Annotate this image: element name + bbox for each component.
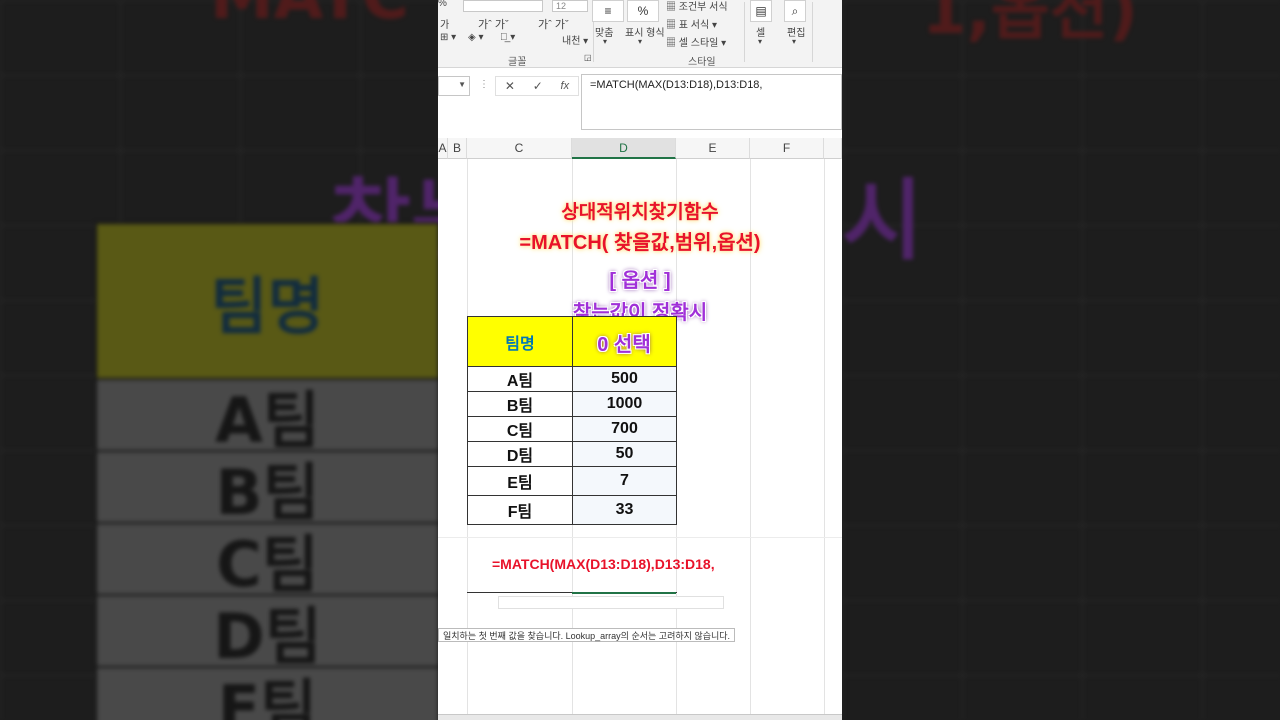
overlay-option-line2: 0 선택 [597, 334, 651, 356]
insert-function-icon[interactable]: fx [561, 80, 570, 92]
cells-icon[interactable]: ▤ [750, 0, 772, 22]
font-color-icon[interactable]: 가̲ ▾ [500, 32, 515, 43]
backdrop-table-header: 팀명 [95, 222, 438, 380]
team-cell[interactable]: C팀 [467, 416, 573, 442]
gridline [438, 537, 842, 538]
team-cell[interactable]: B팀 [467, 391, 573, 417]
ribbon: % 12 가 가ˆ 가ˇ 가ˆ 가ˇ ⊞ ▾ ◈ ▾ 가̲ ▾ 내천 ▾ 글꼴 … [438, 0, 842, 68]
formula-input[interactable]: =MATCH(MAX(D13:D18),D13:D18, [581, 74, 842, 130]
formula-bar: ▼ ⋮ ✕ ✓ fx =MATCH(MAX(D13:D18),D13:D18, [438, 74, 842, 130]
cancel-icon[interactable]: ✕ [505, 79, 515, 93]
column-header-d[interactable]: D [572, 138, 676, 159]
value-cell[interactable]: 33 [572, 495, 677, 525]
font-name-box[interactable] [463, 0, 543, 12]
conditional-format-label: 조건부 서식 [678, 2, 728, 13]
column-header-b[interactable]: B [448, 138, 467, 159]
cells-dropdown-icon[interactable]: ▾ [758, 37, 762, 46]
value-cell[interactable]: 500 [572, 366, 677, 392]
value-cell[interactable]: 1000 [572, 391, 677, 417]
font-group-label: 글꼴 [508, 57, 527, 68]
font-grow-icon[interactable]: 가ˆ 가ˇ [478, 16, 509, 32]
value-cell[interactable]: 50 [572, 441, 677, 467]
function-hint-tooltip: 일치하는 첫 번째 값을 찾습니다. Lookup_array의 순서는 고려하… [438, 628, 736, 642]
edit-label[interactable]: 편집 [787, 24, 805, 39]
excel-window: % 12 가 가ˆ 가ˇ 가ˆ 가ˇ ⊞ ▾ ◈ ▾ 가̲ ▾ 내천 ▾ 글꼴 … [438, 0, 842, 720]
team-cell[interactable]: E팀 [467, 466, 573, 496]
style-group-label: 스타일 [688, 57, 716, 68]
phonetic-guide-icon[interactable]: 내천 ▾ [562, 32, 588, 47]
right-backdrop: 1,옵션) 시 [842, 0, 1280, 720]
table-format-button[interactable]: ▦ 표 서식 ▾ [666, 16, 717, 31]
percent-icon[interactable]: % [438, 0, 447, 9]
name-box[interactable]: ▼ [438, 76, 470, 96]
ribbon-separator [744, 2, 745, 62]
backdrop-title: 1,옵션) [922, 0, 1138, 49]
column-header-g[interactable] [824, 138, 842, 159]
value-cell[interactable]: 700 [572, 416, 677, 442]
backdrop-row: F팀 [95, 668, 438, 720]
bold-icon[interactable]: 가 [440, 16, 449, 31]
autocomplete-box [498, 596, 724, 609]
conditional-format-button[interactable]: ▦ 조건부 서식 [666, 0, 728, 13]
number-format-label[interactable]: 표시 형식 [625, 24, 665, 39]
backdrop-table: 팀명 A팀 B팀 C팀 D팀 F팀 [95, 222, 438, 720]
active-cell-border [572, 592, 676, 594]
left-backdrop: MATC 찾는 팀명 A팀 B팀 C팀 D팀 F팀 [0, 0, 438, 720]
header-cell-team[interactable]: 팀명 [467, 316, 573, 367]
backdrop-title: MATC [210, 0, 409, 34]
value-cell[interactable]: 7 [572, 466, 677, 496]
overlay-title: 상대적위치찾기함수 [561, 202, 719, 223]
border-icon[interactable]: ⊞ ▾ [440, 32, 456, 43]
column-header-f[interactable]: F [750, 138, 824, 159]
phonetic-icon[interactable]: 가ˆ 가ˇ [538, 16, 569, 32]
team-cell[interactable]: D팀 [467, 441, 573, 467]
mouse-cursor-icon: ⬉ [797, 630, 811, 649]
overlay-option-header: [ 옵션 ] [609, 270, 671, 292]
font-dialog-launcher-icon[interactable]: ◲ [584, 53, 592, 62]
enter-icon[interactable]: ✓ [533, 79, 543, 93]
backdrop-big-text: 시 [842, 169, 923, 272]
column-header-e[interactable]: E [676, 138, 750, 159]
cell-style-label: 셀 스타일 [678, 38, 719, 49]
team-cell[interactable]: F팀 [467, 495, 573, 525]
column-header-a[interactable]: A [438, 138, 448, 159]
sheet-tab-bar[interactable] [438, 714, 842, 720]
overlay-syntax: =MATCH( 찾을값,범위,옵션) [519, 232, 761, 254]
table-format-label: 표 서식 [678, 20, 710, 31]
cell-style-button[interactable]: ▦ 셀 스타일 ▾ [666, 34, 726, 49]
search-icon[interactable]: ⌕ [784, 0, 806, 22]
edit-dropdown-icon[interactable]: ▾ [792, 37, 796, 46]
formula-bar-buttons: ✕ ✓ fx [495, 76, 579, 96]
fill-color-icon[interactable]: ◈ ▾ [468, 32, 484, 43]
team-cell[interactable]: A팀 [467, 366, 573, 392]
formula-bar-grip-icon: ⋮ [479, 79, 489, 90]
align-icon[interactable]: ≡ [592, 0, 624, 22]
align-dropdown-icon[interactable]: ▾ [603, 37, 607, 46]
font-size-box[interactable]: 12 [552, 0, 588, 12]
number-format-icon[interactable]: % [627, 0, 659, 22]
backdrop-grid [842, 0, 1280, 720]
column-header-c[interactable]: C [467, 138, 572, 159]
chevron-down-icon[interactable]: ▼ [458, 80, 466, 89]
cell-formula-edit[interactable]: =MATCH(MAX(D13:D18),D13:D18, [438, 556, 842, 572]
number-dropdown-icon[interactable]: ▾ [638, 37, 642, 46]
ribbon-separator [812, 2, 813, 62]
